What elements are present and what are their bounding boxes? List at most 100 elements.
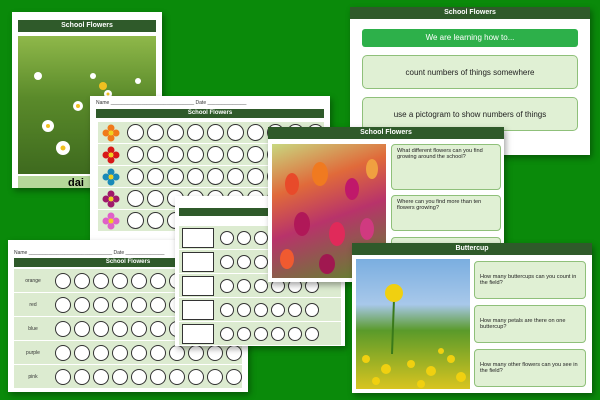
count-circle[interactable] (288, 302, 302, 317)
count-circle[interactable] (112, 344, 128, 361)
count-circle[interactable] (55, 368, 71, 385)
count-circle[interactable] (131, 272, 147, 289)
count-circle[interactable] (112, 272, 128, 289)
question-card: What different flowers can you find grow… (391, 144, 501, 190)
count-circle[interactable] (150, 368, 166, 385)
count-circle[interactable] (271, 326, 285, 341)
count-circle[interactable] (150, 344, 166, 361)
count-circle[interactable] (207, 168, 224, 185)
count-circle[interactable] (127, 124, 144, 141)
count-circle[interactable] (227, 168, 244, 185)
count-circle[interactable] (131, 296, 147, 313)
count-circle[interactable] (169, 368, 185, 385)
count-circle[interactable] (237, 254, 251, 269)
count-circle[interactable] (93, 344, 109, 361)
count-circle[interactable] (167, 168, 184, 185)
count-circle[interactable] (207, 344, 223, 361)
count-circle[interactable] (188, 368, 204, 385)
question-card: How many other flowers can you see in th… (474, 349, 586, 387)
count-circle[interactable] (74, 368, 90, 385)
count-circle[interactable] (305, 302, 319, 317)
flower-icon (98, 144, 123, 166)
count-circle[interactable] (237, 230, 251, 245)
count-circle[interactable] (55, 320, 71, 337)
answer-box[interactable] (182, 251, 214, 272)
count-circle[interactable] (220, 254, 234, 269)
count-circle[interactable] (237, 278, 251, 293)
count-circle[interactable] (247, 168, 264, 185)
count-circle[interactable] (55, 272, 71, 289)
count-circle[interactable] (147, 124, 164, 141)
count-circle[interactable] (254, 278, 268, 293)
daisy-card-title: School Flowers (18, 20, 156, 32)
answer-box[interactable] (182, 227, 214, 248)
count-circle[interactable] (131, 368, 147, 385)
count-circle[interactable] (237, 326, 251, 341)
count-circle[interactable] (305, 326, 319, 341)
count-circle[interactable] (220, 302, 234, 317)
count-circle[interactable] (167, 124, 184, 141)
color-label: red (29, 301, 37, 308)
count-circle[interactable] (227, 124, 244, 141)
count-circle[interactable] (55, 344, 71, 361)
count-circle[interactable] (131, 344, 147, 361)
count-circle[interactable] (74, 344, 90, 361)
count-circle[interactable] (187, 146, 204, 163)
count-circle[interactable] (131, 320, 147, 337)
count-circle[interactable] (147, 190, 164, 207)
count-circle[interactable] (227, 146, 244, 163)
question-card: How many petals are there on one butterc… (474, 305, 586, 343)
count-circle[interactable] (93, 272, 109, 289)
count-circle[interactable] (207, 124, 224, 141)
count-circle[interactable] (167, 146, 184, 163)
count-circle[interactable] (187, 168, 204, 185)
count-circle[interactable] (147, 168, 164, 185)
count-circle[interactable] (112, 320, 128, 337)
count-circle[interactable] (207, 368, 223, 385)
count-circle[interactable] (188, 344, 204, 361)
count-circle[interactable] (127, 190, 144, 207)
count-circle[interactable] (254, 230, 268, 245)
count-circle[interactable] (254, 326, 268, 341)
count-circle[interactable] (74, 272, 90, 289)
count-circle[interactable] (127, 146, 144, 163)
count-circle[interactable] (93, 320, 109, 337)
count-circle[interactable] (247, 146, 264, 163)
color-label: purple (26, 349, 40, 356)
count-circle[interactable] (271, 302, 285, 317)
count-circle[interactable] (220, 278, 234, 293)
count-circle[interactable] (150, 296, 166, 313)
answer-box[interactable] (182, 299, 214, 320)
count-circle[interactable] (150, 320, 166, 337)
count-circle[interactable] (112, 368, 128, 385)
count-circle[interactable] (237, 302, 251, 317)
tally-row (179, 322, 341, 346)
count-circle[interactable] (187, 124, 204, 141)
count-circle[interactable] (127, 168, 144, 185)
question-card: Where can you find more than ten flowers… (391, 195, 501, 231)
count-circle[interactable] (74, 296, 90, 313)
count-circle[interactable] (226, 368, 242, 385)
count-circle[interactable] (220, 326, 234, 341)
count-circle[interactable] (207, 146, 224, 163)
learning-goals-title: School Flowers (350, 7, 590, 19)
count-circle[interactable] (147, 212, 164, 229)
count-circle[interactable] (112, 296, 128, 313)
count-circle[interactable] (247, 124, 264, 141)
count-circle[interactable] (288, 326, 302, 341)
count-circle[interactable] (127, 212, 144, 229)
pictogram-title: School Flowers (96, 109, 324, 118)
count-circle[interactable] (93, 296, 109, 313)
count-circle[interactable] (150, 272, 166, 289)
count-circle[interactable] (147, 146, 164, 163)
count-circle[interactable] (55, 296, 71, 313)
count-circle[interactable] (254, 302, 268, 317)
answer-box[interactable] (182, 275, 214, 296)
count-circle[interactable] (169, 344, 185, 361)
count-circle[interactable] (93, 368, 109, 385)
answer-box[interactable] (182, 323, 214, 344)
count-circle[interactable] (226, 344, 242, 361)
count-circle[interactable] (220, 230, 234, 245)
count-circle[interactable] (74, 320, 90, 337)
count-circle[interactable] (254, 254, 268, 269)
